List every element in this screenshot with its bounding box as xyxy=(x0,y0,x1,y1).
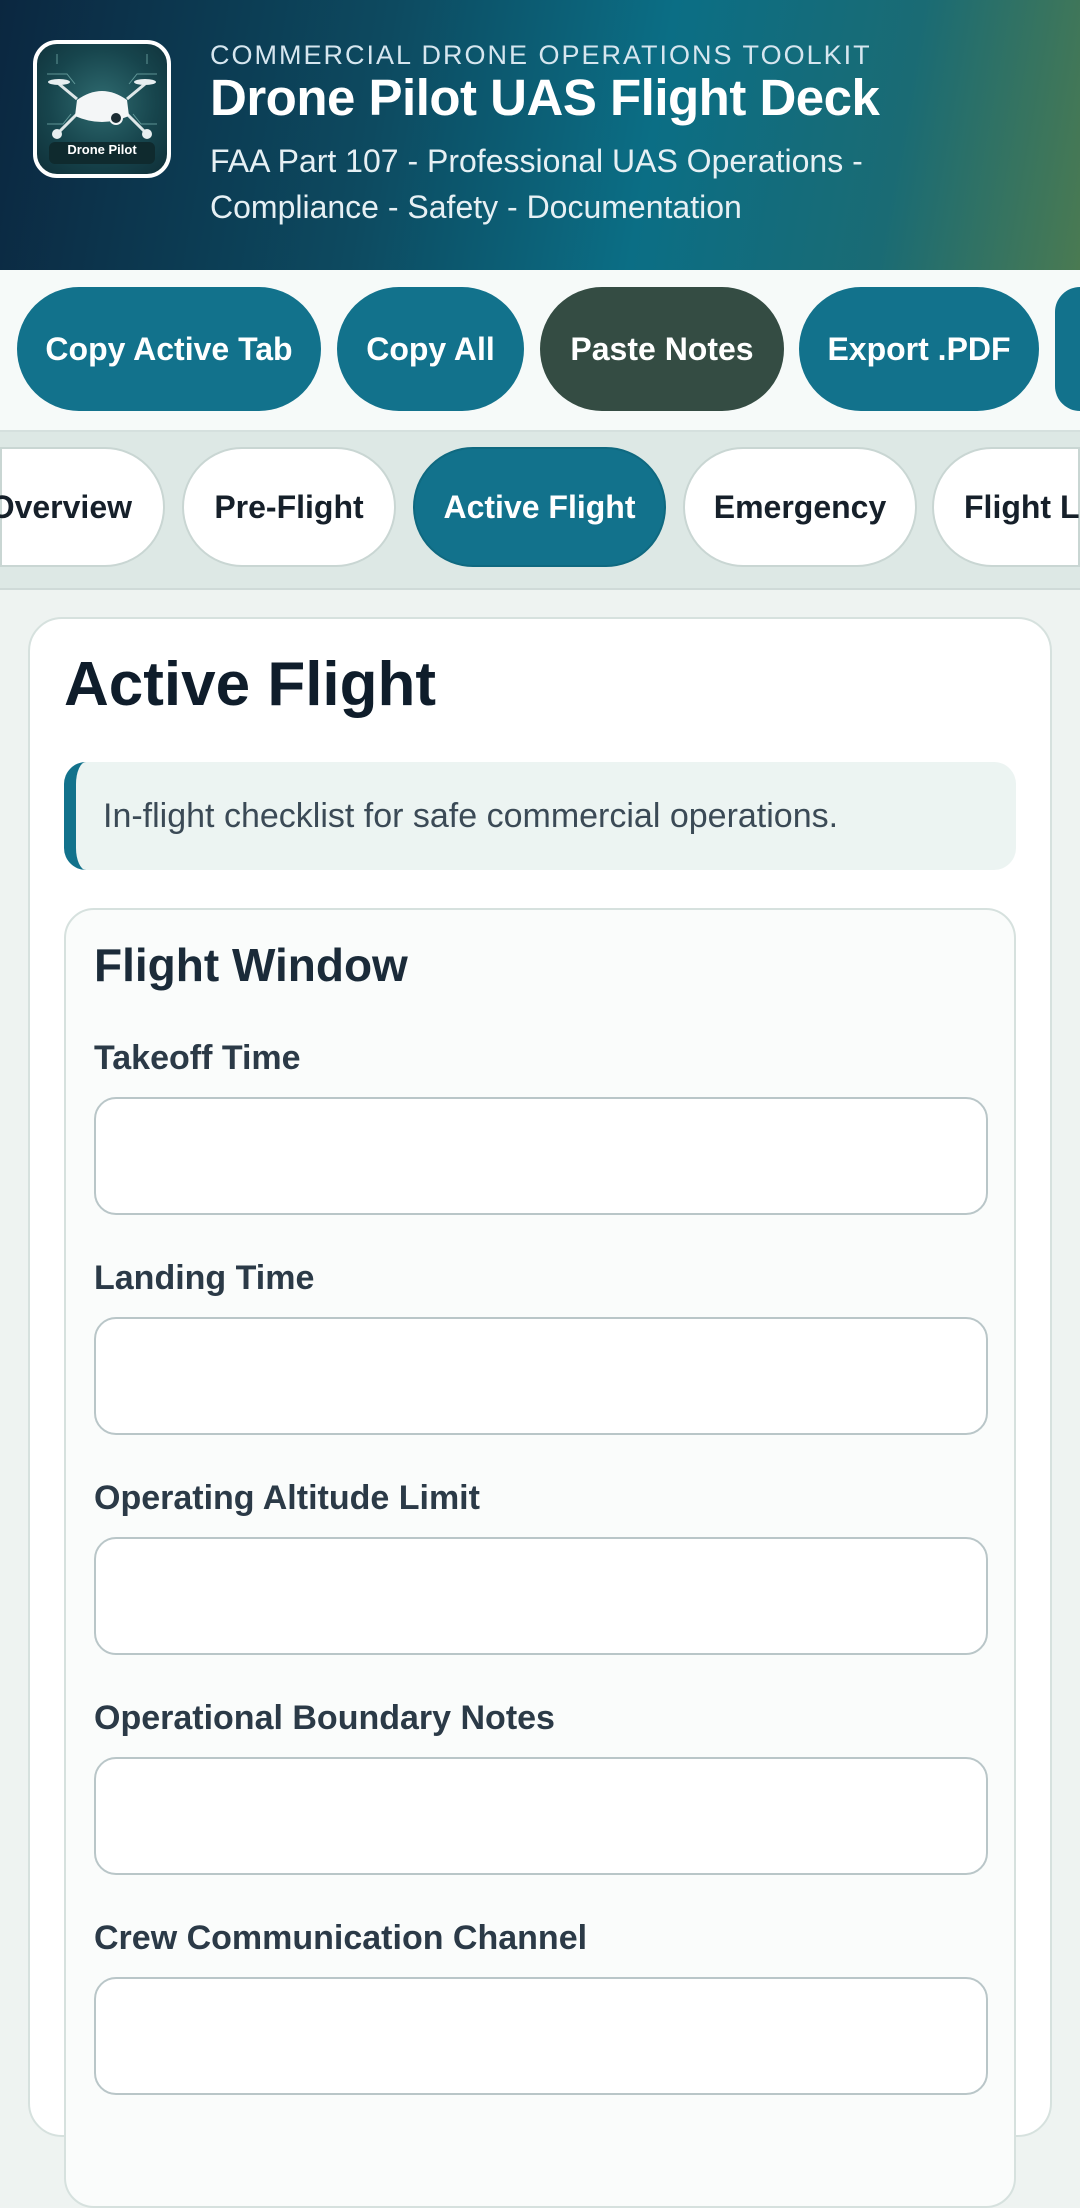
operating-altitude-limit-input[interactable] xyxy=(94,1537,988,1655)
tab-overview[interactable]: Overview xyxy=(0,447,165,567)
tab-flight-log[interactable]: Flight Log xyxy=(932,447,1080,567)
app-title: Drone Pilot UAS Flight Deck xyxy=(210,69,880,126)
landing-time-label: Landing Time xyxy=(94,1259,315,1297)
operating-altitude-limit-label: Operating Altitude Limit xyxy=(94,1479,480,1517)
export-pdf-button[interactable]: Export .PDF xyxy=(799,287,1039,411)
tab-bar: Overview Pre-Flight Active Flight Emerge… xyxy=(0,432,1080,590)
logo-text: Drone Pilot xyxy=(67,142,137,157)
app-subtitle: FAA Part 107 - Professional UAS Operatio… xyxy=(210,143,863,225)
tab-active-flight[interactable]: Active Flight xyxy=(413,447,666,567)
app-logo: Drone Pilot xyxy=(33,40,171,178)
app-header: Drone Pilot COMMERCIAL DRONE OPERATIONS … xyxy=(0,0,1080,270)
intro-note: In-flight checklist for safe commercial … xyxy=(64,762,1016,870)
copy-active-tab-button[interactable]: Copy Active Tab xyxy=(17,287,321,411)
section-title: Flight Window xyxy=(94,939,408,991)
more-toolbar-button[interactable] xyxy=(1055,287,1080,411)
content-card: Active Flight In-flight checklist for sa… xyxy=(28,617,1052,2208)
tab-pre-flight[interactable]: Pre-Flight xyxy=(182,447,396,567)
landing-time-input[interactable] xyxy=(94,1317,988,1435)
operational-boundary-notes-label: Operational Boundary Notes xyxy=(94,1699,555,1737)
flight-window-section: Flight Window Takeoff Time Landing Time … xyxy=(64,908,1016,2208)
crew-communication-channel-label: Crew Communication Channel xyxy=(94,1919,588,1957)
intro-text: In-flight checklist for safe commercial … xyxy=(103,796,839,835)
operational-boundary-notes-input[interactable] xyxy=(94,1757,988,1875)
copy-all-button[interactable]: Copy All xyxy=(337,287,524,411)
tab-emergency[interactable]: Emergency xyxy=(683,447,917,567)
takeoff-time-label: Takeoff Time xyxy=(94,1039,301,1077)
crew-communication-channel-input[interactable] xyxy=(94,1977,988,2095)
paste-notes-button[interactable]: Paste Notes xyxy=(540,287,784,411)
logo-badge: Drone Pilot xyxy=(49,142,155,164)
action-toolbar: Copy Active Tab Copy All Paste Notes Exp… xyxy=(0,270,1080,432)
header-kicker: COMMERCIAL DRONE OPERATIONS TOOLKIT xyxy=(210,40,872,70)
page-title: Active Flight xyxy=(64,650,437,719)
takeoff-time-input[interactable] xyxy=(94,1097,988,1215)
